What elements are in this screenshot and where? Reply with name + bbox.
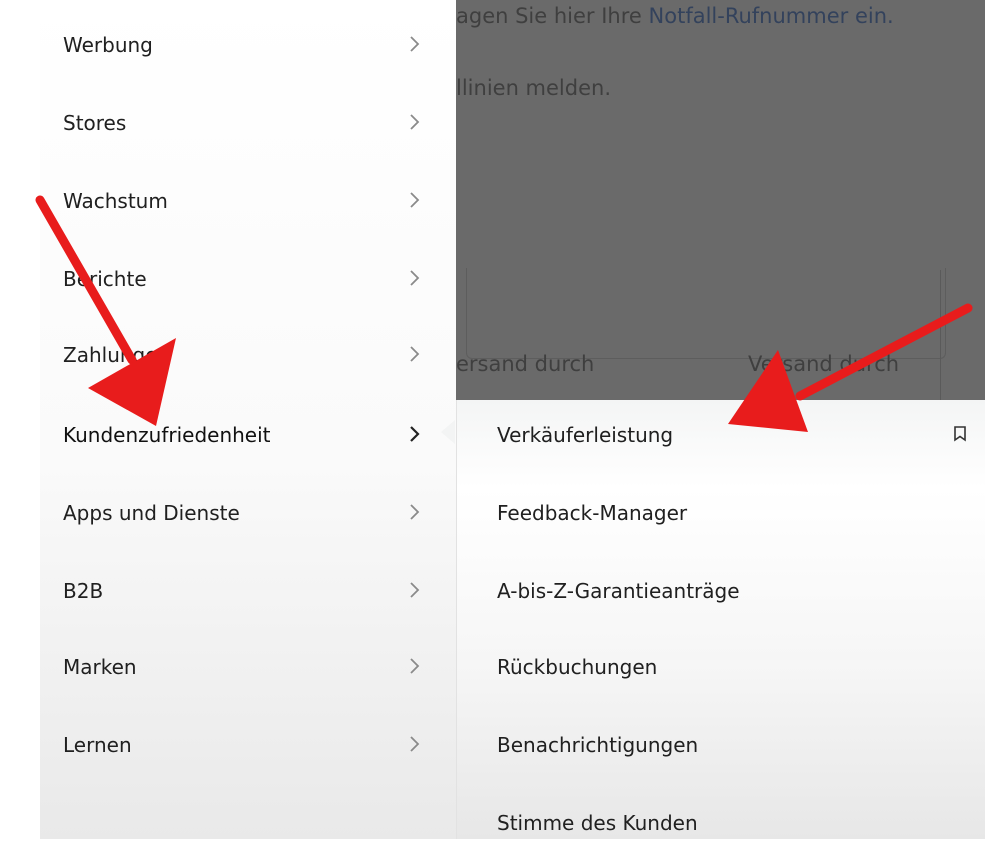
background-text-line: llinien melden.: [456, 76, 611, 100]
divider: [940, 270, 941, 400]
menu-item-label: Marken: [63, 655, 137, 679]
menu-item-label: Apps und Dienste: [63, 501, 240, 525]
main-menu: Werbung Stores Wachstum Berichte Zahlung…: [40, 0, 456, 839]
submenu-kundenzufriedenheit: Verkäuferleistung Feedback-Manager A-bis…: [456, 400, 985, 839]
chevron-right-icon: [402, 342, 426, 366]
chevron-right-icon: [402, 110, 426, 134]
submenu-item-label: Feedback-Manager: [497, 501, 688, 525]
chevron-right-icon: [402, 266, 426, 290]
chevron-right-icon: [402, 188, 426, 212]
menu-item-marken[interactable]: Marken: [40, 628, 456, 706]
chevron-right-icon: [402, 732, 426, 756]
submenu-item-label: Benachrichtigungen: [497, 733, 699, 757]
active-pointer-notch: [441, 420, 455, 444]
menu-item-apps-und-dienste[interactable]: Apps und Dienste: [40, 474, 456, 552]
menu-item-zahlungen[interactable]: Zahlungen: [40, 316, 456, 394]
menu-item-stores[interactable]: Stores: [40, 84, 456, 162]
menu-item-label: Wachstum: [63, 189, 168, 213]
background-page: agen Sie hier Ihre Notfall-Rufnummer ein…: [456, 0, 985, 400]
menu-item-wachstum[interactable]: Wachstum: [40, 162, 456, 240]
chevron-right-icon: [402, 654, 426, 678]
menu-item-lernen[interactable]: Lernen: [40, 706, 456, 784]
menu-item-label: Zahlungen: [63, 343, 171, 367]
menu-item-label: Kundenzufriedenheit: [63, 423, 271, 447]
menu-item-label: Berichte: [63, 267, 147, 291]
submenu-item-verkaeuferleistung[interactable]: Verkäuferleistung: [457, 396, 985, 474]
background-column-label: Versand durch: [748, 352, 900, 376]
submenu-item-label: Verkäuferleistung: [497, 423, 674, 447]
background-card: [466, 268, 946, 359]
menu-item-label: B2B: [63, 579, 104, 603]
chevron-right-icon: [402, 422, 426, 446]
submenu-item-benachrichtigungen[interactable]: Benachrichtigungen: [457, 706, 985, 784]
background-column-label: ersand durch: [456, 352, 595, 376]
emergency-number-link: Notfall-Rufnummer ein.: [648, 4, 894, 28]
menu-item-label: Lernen: [63, 733, 132, 757]
menu-item-kundenzufriedenheit[interactable]: Kundenzufriedenheit: [40, 396, 456, 474]
menu-item-berichte[interactable]: Berichte: [40, 240, 456, 318]
submenu-item-label: Stimme des Kunden: [497, 811, 698, 835]
submenu-item-stimme-des-kunden[interactable]: Stimme des Kunden: [457, 784, 985, 862]
chevron-right-icon: [402, 578, 426, 602]
menu-item-label: Werbung: [63, 33, 153, 57]
submenu-item-rueckbuchungen[interactable]: Rückbuchungen: [457, 628, 985, 706]
chevron-right-icon: [402, 32, 426, 56]
chevron-right-icon: [402, 500, 426, 524]
submenu-item-feedback-manager[interactable]: Feedback-Manager: [457, 474, 985, 552]
menu-item-werbung[interactable]: Werbung: [40, 6, 456, 84]
background-text-line: agen Sie hier Ihre Notfall-Rufnummer ein…: [456, 4, 894, 28]
submenu-item-label: Rückbuchungen: [497, 655, 658, 679]
menu-item-label: Stores: [63, 111, 127, 135]
menu-item-b2b[interactable]: B2B: [40, 552, 456, 630]
submenu-item-label: A-bis-Z-Garantieanträge: [497, 579, 740, 603]
bookmark-icon[interactable]: [953, 425, 967, 443]
submenu-item-a-bis-z-garantieantraege[interactable]: A-bis-Z-Garantieanträge: [457, 552, 985, 630]
